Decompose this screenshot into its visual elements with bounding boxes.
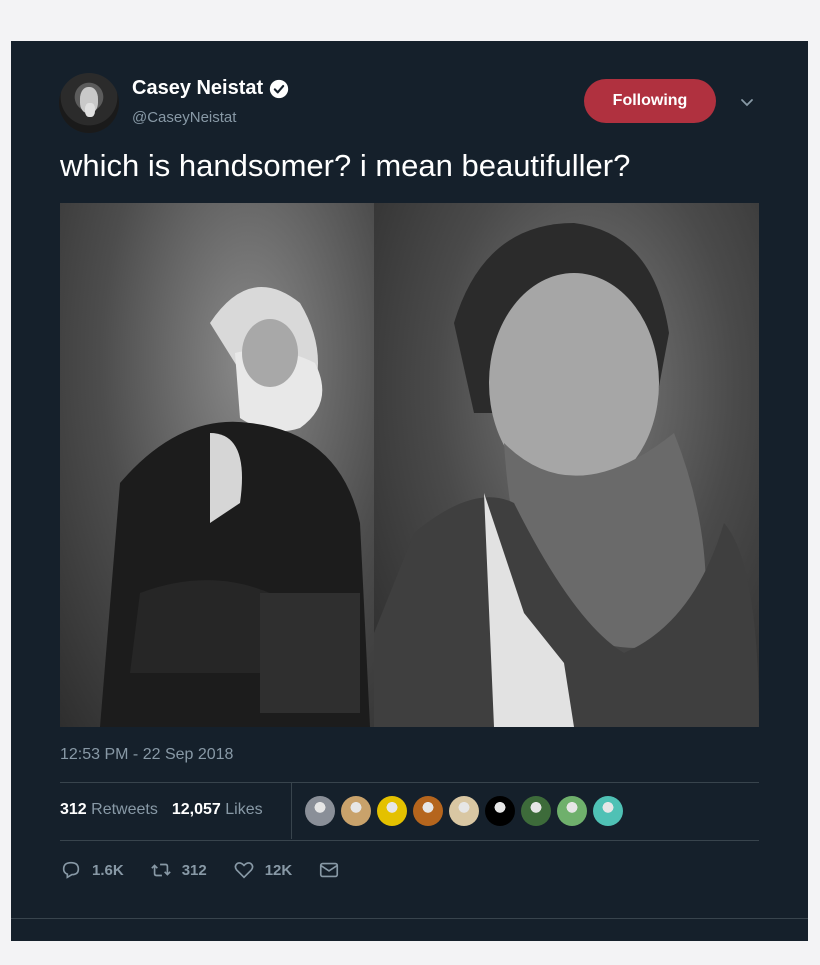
card-bottom-divider <box>11 918 808 919</box>
stats-separator <box>291 783 292 839</box>
photo-right[interactable] <box>374 203 759 727</box>
liker-avatar[interactable] <box>521 796 551 826</box>
like-button[interactable]: 12K <box>233 859 293 881</box>
reply-count: 1.6K <box>92 861 124 879</box>
liker-avatar[interactable] <box>341 796 371 826</box>
engagement-stats: 312 Retweets 12,057 Likes <box>60 801 263 819</box>
liker-avatar[interactable] <box>485 796 515 826</box>
retweet-button[interactable]: 312 <box>150 859 207 881</box>
retweets-stat[interactable]: 312 Retweets <box>60 801 158 819</box>
user-name[interactable]: Casey Neistat <box>132 77 289 100</box>
divider <box>60 782 759 783</box>
liker-avatar[interactable] <box>449 796 479 826</box>
user-handle[interactable]: @CaseyNeistat <box>132 109 236 126</box>
reply-button[interactable]: 1.6K <box>60 859 124 881</box>
liker-avatar[interactable] <box>413 796 443 826</box>
liker-avatars <box>305 796 623 826</box>
liker-avatar[interactable] <box>377 796 407 826</box>
tweet-timestamp[interactable]: 12:53 PM - 22 Sep 2018 <box>60 746 233 764</box>
liker-avatar[interactable] <box>557 796 587 826</box>
like-count: 12K <box>264 861 293 879</box>
retweet-count: 312 <box>181 861 207 879</box>
retweet-icon <box>150 863 171 877</box>
direct-message-button[interactable] <box>318 859 340 881</box>
tweet-media[interactable] <box>60 203 759 727</box>
user-name-text: Casey Neistat <box>132 77 264 99</box>
divider <box>60 840 759 841</box>
photo-left[interactable] <box>60 203 374 727</box>
likes-count: 12,057 <box>171 801 221 818</box>
likes-stat[interactable]: 12,057 Likes <box>172 801 263 819</box>
tweet-actions: 1.6K 312 12K <box>60 859 340 881</box>
reply-icon <box>62 861 80 879</box>
following-button[interactable]: Following <box>584 79 716 123</box>
avatar-hand <box>85 103 95 117</box>
avatar[interactable] <box>59 73 119 133</box>
liker-avatar[interactable] <box>305 796 335 826</box>
envelope-icon <box>320 862 339 878</box>
verified-icon <box>270 79 289 98</box>
retweets-label: Retweets <box>91 801 158 818</box>
chevron-down-icon[interactable] <box>739 94 755 110</box>
tweet-card: Casey Neistat @CaseyNeistat Following wh… <box>11 41 808 941</box>
retweets-count: 312 <box>60 801 87 818</box>
tweet-text: which is handsomer? i mean beautifuller? <box>60 148 631 183</box>
liker-avatar[interactable] <box>593 796 623 826</box>
likes-label: Likes <box>225 801 263 818</box>
heart-icon <box>234 862 254 879</box>
